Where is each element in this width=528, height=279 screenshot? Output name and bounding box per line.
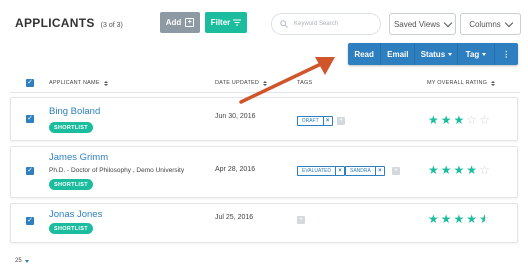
- more-icon: ⋮: [502, 49, 511, 59]
- bulk-action-bar: Read Email Status Tag ⋮: [348, 43, 518, 65]
- title-text: APPLICANTS: [15, 16, 95, 30]
- status-badge: SHORTLIST: [49, 179, 93, 190]
- sort-icon: [491, 80, 496, 86]
- filter-icon: [233, 19, 242, 26]
- select-all-checkbox[interactable]: ✓: [26, 79, 34, 87]
- column-header-label: MY OVERALL RATING: [427, 80, 488, 86]
- star-icon[interactable]: ★: [466, 213, 477, 225]
- star-icon[interactable]: ★: [466, 164, 477, 176]
- read-label: Read: [354, 49, 374, 59]
- tag-label: SANDRA: [350, 168, 371, 174]
- star-icon[interactable]: ★: [454, 213, 465, 225]
- star-icon[interactable]: ★: [441, 213, 452, 225]
- date-updated: Apr 28, 2016: [215, 166, 256, 173]
- row-checkbox[interactable]: ✓: [26, 217, 34, 225]
- close-icon[interactable]: ×: [374, 167, 384, 175]
- date-updated: Jul 25, 2016: [215, 214, 254, 221]
- star-icon[interactable]: ★: [428, 213, 439, 225]
- star-icon[interactable]: ★: [428, 114, 439, 126]
- close-icon[interactable]: ×: [335, 167, 344, 175]
- search-icon: [280, 20, 288, 28]
- arrow-annotation: [239, 57, 335, 104]
- tag-label: Tag: [465, 49, 480, 59]
- plus-icon: +: [185, 18, 195, 27]
- status-badge: SHORTLIST: [49, 223, 93, 234]
- status-badge: SHORTLIST: [49, 122, 93, 133]
- chevron-down-icon: [504, 18, 514, 27]
- tag-chip: SANDRA ×: [345, 166, 385, 176]
- star-rating[interactable]: ★ ★ ★ ☆ ☆: [428, 114, 490, 126]
- tag-chip: EVALUATED ×: [297, 166, 345, 176]
- saved-views-label: Saved Views: [393, 19, 441, 29]
- search-placeholder: Keyword Search: [294, 21, 339, 27]
- applicant-name-link[interactable]: Jonas Jones: [49, 209, 102, 220]
- star-icon[interactable]: ★: [441, 164, 452, 176]
- applicant-education: Ph.D. - Doctor of Philosophy , Demo Univ…: [49, 167, 185, 174]
- column-header-rating[interactable]: MY OVERALL RATING: [427, 80, 496, 86]
- applicant-name-link[interactable]: Bing Boland: [49, 106, 100, 117]
- star-icon[interactable]: ★: [454, 114, 465, 126]
- star-icon[interactable]: ★: [441, 114, 452, 126]
- star-icon[interactable]: ★: [428, 164, 439, 176]
- chevron-down-icon: [443, 18, 453, 27]
- caret-down-icon: [448, 52, 453, 56]
- star-icon[interactable]: ☆: [479, 164, 490, 176]
- filter-button-label: Filter: [210, 18, 231, 27]
- filter-button[interactable]: Filter: [205, 12, 247, 33]
- columns-label: Columns: [469, 19, 501, 29]
- star-rating[interactable]: ★ ★ ★ ★ ☆ ★: [428, 213, 491, 225]
- email-label: Email: [387, 49, 409, 59]
- columns-dropdown[interactable]: Columns: [460, 13, 521, 35]
- row-checkbox[interactable]: ✓: [26, 167, 34, 175]
- tag-chip: DRAFT ×: [297, 116, 333, 126]
- add-tag-button[interactable]: +: [392, 167, 400, 175]
- page-size-selector[interactable]: 25: [15, 258, 29, 264]
- star-icon[interactable]: ☆: [479, 114, 490, 126]
- star-icon[interactable]: ☆: [466, 114, 477, 126]
- tag-dropdown[interactable]: Tag: [458, 43, 495, 65]
- more-button[interactable]: ⋮: [495, 43, 518, 65]
- star-icon[interactable]: ☆ ★: [479, 213, 491, 225]
- sort-icon: [103, 80, 108, 86]
- row-checkbox[interactable]: ✓: [26, 115, 34, 123]
- status-dropdown[interactable]: Status: [415, 43, 459, 65]
- applicant-name-link[interactable]: James Grimm: [49, 152, 108, 163]
- date-updated: Jun 30, 2016: [215, 113, 256, 120]
- caret-down-icon: [24, 259, 29, 263]
- status-label: Status: [420, 49, 446, 59]
- page-title: APPLICANTS (3 of 3): [15, 16, 123, 30]
- tag-label: DRAFT: [302, 118, 319, 124]
- tag-label: EVALUATED: [302, 168, 331, 174]
- email-button[interactable]: Email: [381, 43, 416, 65]
- add-button[interactable]: Add +: [160, 12, 200, 33]
- search-input[interactable]: Keyword Search: [271, 13, 381, 35]
- star-rating[interactable]: ★ ★ ★ ★ ☆: [428, 164, 490, 176]
- column-header-applicant-name[interactable]: APPLICANT NAME: [49, 80, 108, 86]
- add-tag-button[interactable]: +: [297, 216, 305, 224]
- add-tag-button[interactable]: +: [337, 117, 345, 125]
- column-header-label: APPLICANT NAME: [49, 80, 100, 86]
- add-button-label: Add: [165, 18, 182, 27]
- page-size-value: 25: [15, 258, 22, 264]
- caret-down-icon: [482, 52, 487, 56]
- read-button[interactable]: Read: [348, 43, 382, 65]
- star-icon[interactable]: ★: [454, 164, 465, 176]
- applicant-count: (3 of 3): [100, 22, 123, 29]
- saved-views-dropdown[interactable]: Saved Views: [389, 13, 456, 35]
- close-icon[interactable]: ×: [322, 117, 332, 125]
